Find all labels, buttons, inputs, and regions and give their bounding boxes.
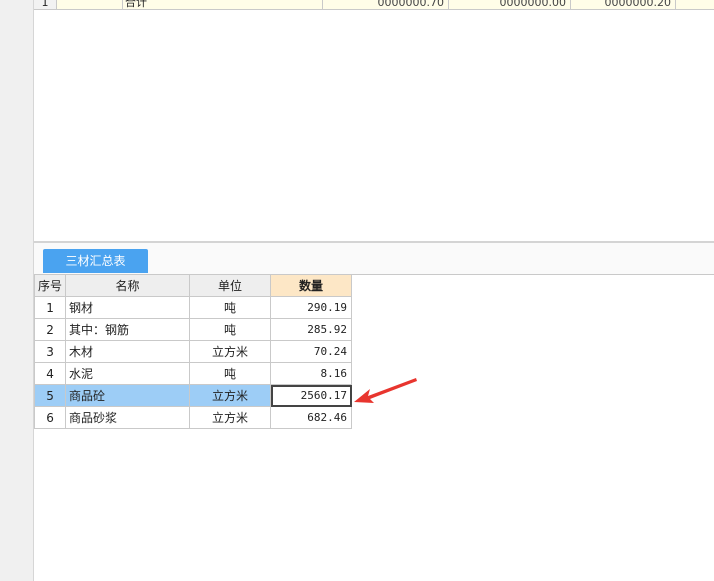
header-unit[interactable]: 单位 [189, 274, 272, 297]
row-index[interactable]: 3 [33, 340, 67, 363]
row-index[interactable]: 4 [33, 362, 67, 385]
row-name[interactable]: 商品砼 [65, 384, 191, 407]
row-unit[interactable]: 吨 [189, 318, 272, 341]
header-quantity[interactable]: 数量 [270, 274, 353, 297]
material-summary-table: 序号 名称 单位 数量 1 钢材 吨 290.19 2 其中：钢筋 吨 285.… [33, 274, 353, 429]
table-header-row: 序号 名称 单位 数量 [33, 274, 353, 297]
row-name[interactable]: 水泥 [65, 362, 191, 385]
top-row-label[interactable]: 合计 [122, 0, 323, 9]
header-name[interactable]: 名称 [65, 274, 191, 297]
row-quantity[interactable]: 285.92 [270, 318, 353, 341]
row-quantity[interactable]: 290.19 [270, 296, 353, 319]
top-row-value[interactable]: 0000000.70 [319, 0, 449, 9]
row-index[interactable]: 6 [33, 406, 67, 429]
top-row-blank-cell[interactable] [56, 0, 123, 9]
table-row[interactable]: 3 木材 立方米 70.24 [33, 340, 353, 363]
row-unit[interactable]: 吨 [189, 296, 272, 319]
row-name[interactable]: 钢材 [65, 296, 191, 319]
tab-material-summary[interactable]: 三材汇总表 [43, 249, 148, 273]
row-index[interactable]: 2 [33, 318, 67, 341]
header-index[interactable]: 序号 [33, 274, 67, 297]
row-name[interactable]: 木材 [65, 340, 191, 363]
table-row-selected[interactable]: 5 商品砼 立方米 2560.17 [33, 384, 353, 407]
row-unit[interactable]: 立方米 [189, 384, 272, 407]
row-name[interactable]: 其中：钢筋 [65, 318, 191, 341]
top-row-number: 1 [34, 0, 57, 9]
row-name[interactable]: 商品砂浆 [65, 406, 191, 429]
row-quantity[interactable]: 682.46 [270, 406, 353, 429]
row-quantity[interactable]: 8.16 [270, 362, 353, 385]
left-panel-strip [0, 0, 34, 581]
row-index[interactable]: 5 [33, 384, 67, 407]
tab-bar: 三材汇总表 [34, 243, 714, 275]
row-quantity[interactable]: 70.24 [270, 340, 353, 363]
row-quantity-active-cell[interactable]: 2560.17 [270, 384, 353, 407]
row-index[interactable]: 1 [33, 296, 67, 319]
red-arrow-annotation-icon [354, 378, 417, 403]
row-unit[interactable]: 吨 [189, 362, 272, 385]
table-row[interactable]: 6 商品砂浆 立方米 682.46 [33, 406, 353, 429]
top-grid-total-row[interactable]: 1 合计 0000000.70 0000000.00 0000000.20 [34, 0, 714, 10]
table-row[interactable]: 1 钢材 吨 290.19 [33, 296, 353, 319]
top-row-value[interactable]: 0000000.20 [571, 0, 676, 9]
table-row[interactable]: 4 水泥 吨 8.16 [33, 362, 353, 385]
top-grid-area: 1 合计 0000000.70 0000000.00 0000000.20 [34, 0, 714, 241]
top-row-value[interactable]: 0000000.00 [449, 0, 571, 9]
row-unit[interactable]: 立方米 [189, 406, 272, 429]
row-unit[interactable]: 立方米 [189, 340, 272, 363]
table-row[interactable]: 2 其中：钢筋 吨 285.92 [33, 318, 353, 341]
